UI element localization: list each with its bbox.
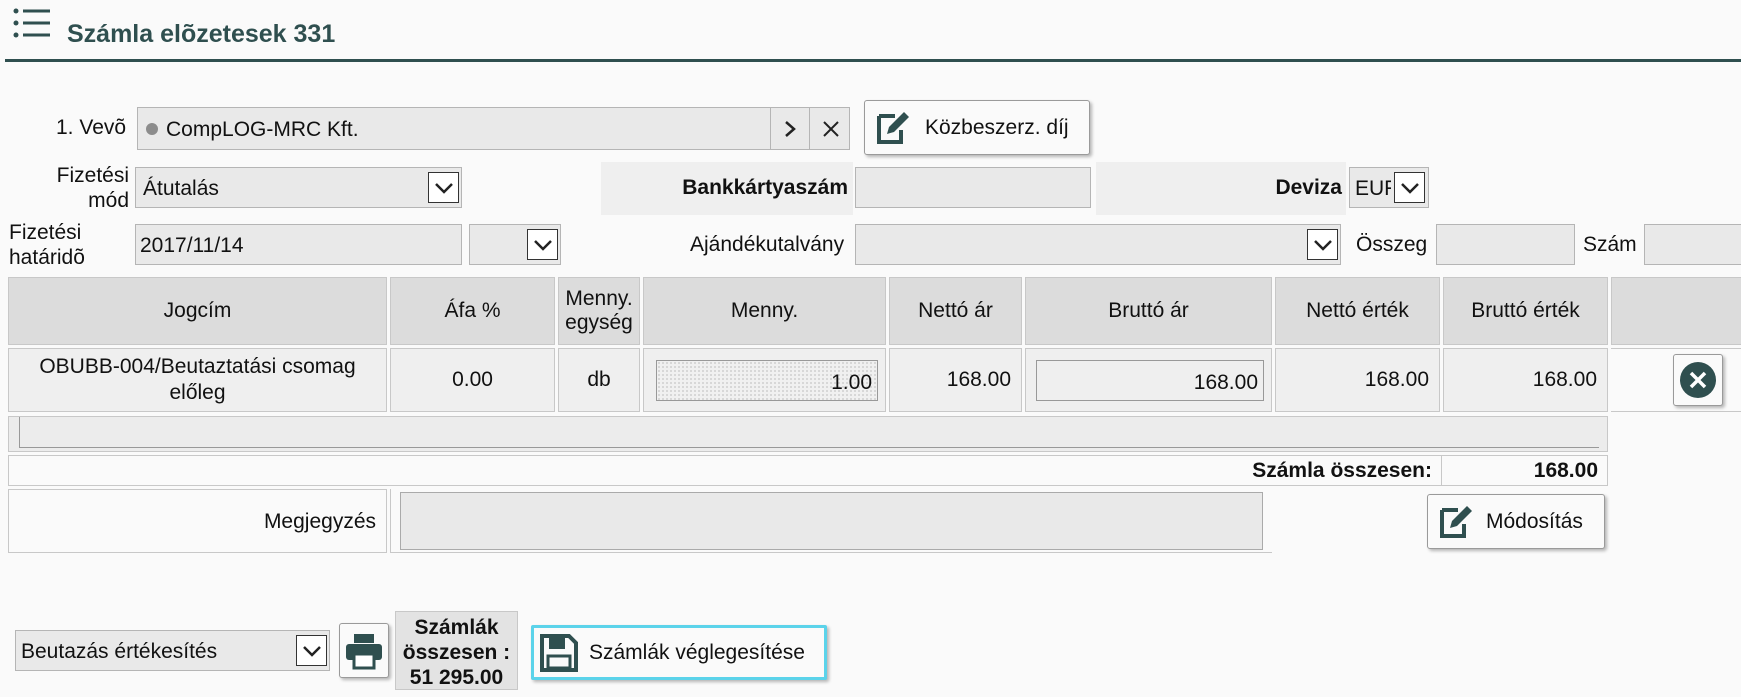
customer-field[interactable]: CompLOG-MRC Kft. [137, 107, 850, 150]
report-select-value: Beutazás értékesítés [21, 640, 218, 663]
table-row-vat: 0.00 [390, 348, 555, 412]
close-icon [823, 120, 839, 137]
col-header-vat: Áfa % [390, 277, 555, 345]
edit-note-icon [877, 111, 909, 144]
payment-method-dropdown[interactable] [428, 172, 459, 203]
card-number-input[interactable] [855, 167, 1091, 208]
payment-method-value: Átutalás [143, 177, 219, 200]
print-button[interactable] [339, 623, 389, 678]
edit-note-icon [1440, 505, 1472, 538]
note-label: Megjegyzés [263, 510, 376, 533]
table-row-net-value: 168.00 [1275, 348, 1440, 412]
due-date-dropdown[interactable] [527, 229, 558, 260]
table-row-qty-cell: 1.00 [643, 348, 886, 412]
finalize-invoices-button[interactable]: Számlák véglegesítése [531, 625, 827, 680]
currency-value: EUR [1355, 177, 1391, 200]
due-date-label: Fizetési határidõ [9, 221, 85, 270]
col-header-actions [1611, 277, 1741, 345]
invoice-total-label: Számla összesen: [1252, 459, 1432, 482]
table-row-unit: db [558, 348, 640, 412]
chevron-down-icon [434, 182, 453, 194]
save-icon [540, 633, 578, 672]
invoices-total-box: Számlák összesen : 51 295.00 [395, 611, 518, 690]
report-dropdown[interactable] [296, 635, 327, 666]
invoices-total-value: 51 295.00 [409, 666, 504, 690]
chevron-down-icon [1313, 239, 1332, 251]
qty-value: 1.00 [831, 371, 872, 394]
voucher-select[interactable] [855, 224, 1341, 265]
chevron-down-icon [533, 239, 552, 251]
due-date-picker[interactable] [469, 224, 561, 265]
voucher-dropdown[interactable] [1307, 229, 1338, 260]
due-date-value: 2017/11/14 [140, 234, 244, 257]
table-detail-row [8, 416, 1608, 452]
table-detail-frame [19, 417, 1599, 448]
customer-label: 1. Vevõ [56, 116, 127, 139]
modify-button[interactable]: Módosítás [1427, 494, 1605, 549]
public-fee-button[interactable]: Közbeszerz. díj [864, 100, 1090, 155]
chevron-down-icon [302, 645, 321, 657]
invoices-total-label: Számlák összesen : [402, 616, 511, 665]
invoice-total-value: 168.00 [1533, 459, 1598, 482]
page-title: Számla elõzetesek 331 [67, 20, 336, 48]
chevron-down-icon [1400, 182, 1419, 194]
table-row-gross-value: 168.00 [1443, 348, 1608, 412]
report-select[interactable]: Beutazás értékesítés [15, 630, 330, 671]
voucher-label: Ajándékutalvány [690, 233, 845, 256]
open-customer-button[interactable] [770, 107, 810, 150]
modify-label: Módosítás [1486, 509, 1583, 533]
list-icon [13, 8, 50, 38]
qty-input[interactable]: 1.00 [656, 360, 878, 401]
printer-icon [346, 633, 382, 669]
invoice-total-divider [1441, 455, 1442, 486]
table-row-net-price: 168.00 [889, 348, 1022, 412]
gross-price-input[interactable]: 168.00 [1036, 360, 1264, 401]
payment-method-select[interactable]: Átutalás [135, 167, 462, 208]
col-header-qty: Menny. [643, 277, 886, 345]
close-circle-icon [1680, 362, 1716, 398]
currency-dropdown[interactable] [1394, 172, 1425, 203]
currency-select[interactable]: EUR [1349, 167, 1429, 208]
col-header-title: Jogcím [8, 277, 387, 345]
currency-label: Deviza [1275, 176, 1342, 199]
customer-value: CompLOG-MRC Kft. [166, 118, 359, 141]
note-textarea[interactable] [400, 492, 1263, 550]
number-input[interactable] [1644, 224, 1741, 265]
public-fee-label: Közbeszerz. díj [925, 115, 1069, 139]
number-label: Szám [1583, 233, 1637, 256]
delete-row-button[interactable] [1673, 354, 1723, 406]
table-row-gross-price-cell: 168.00 [1025, 348, 1272, 412]
due-date-input[interactable]: 2017/11/14 [135, 224, 462, 265]
col-header-gross-price: Bruttó ár [1025, 277, 1272, 345]
card-number-label: Bankkártyaszám [682, 176, 848, 199]
gross-price-value: 168.00 [1193, 371, 1258, 394]
col-header-net-price: Nettó ár [889, 277, 1022, 345]
clear-customer-button[interactable] [811, 107, 851, 150]
payment-method-label: Fizetési mód [56, 164, 129, 213]
amount-label: Összeg [1356, 233, 1428, 256]
amount-input[interactable] [1436, 224, 1575, 265]
chevron-right-icon [785, 120, 796, 137]
header-divider [5, 59, 1741, 62]
finalize-invoices-label: Számlák véglegesítése [589, 640, 805, 664]
menu-button[interactable] [12, 6, 52, 42]
status-dot-icon [146, 123, 158, 135]
table-row-title: OBUBB-004/Beutaztatási csomag előleg [8, 348, 387, 412]
col-header-gross-value: Bruttó érték [1443, 277, 1608, 345]
col-header-net-value: Nettó érték [1275, 277, 1440, 345]
col-header-unit: Menny. egység [558, 277, 640, 345]
